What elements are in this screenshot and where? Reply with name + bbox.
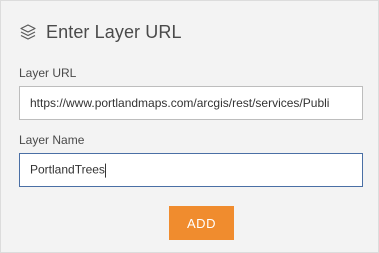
layer-url-input[interactable]: https://www.portlandmaps.com/arcgis/rest… (19, 86, 363, 120)
layer-url-value: https://www.portlandmaps.com/arcgis/rest… (30, 96, 330, 110)
add-button[interactable]: ADD (169, 206, 234, 240)
layer-name-value-wrap: PortlandTrees (30, 163, 106, 178)
layers-icon (19, 23, 37, 41)
panel-title: Enter Layer URL (46, 21, 182, 42)
layer-name-input[interactable]: PortlandTrees (19, 153, 363, 187)
panel-header: Enter Layer URL (19, 18, 182, 46)
layer-name-value: PortlandTrees (30, 162, 105, 177)
layer-url-label: Layer URL (19, 66, 77, 80)
add-layer-panel: Enter Layer URL Layer URL https://www.po… (0, 0, 379, 253)
layer-name-label: Layer Name (19, 133, 85, 147)
text-caret (104, 163, 106, 178)
